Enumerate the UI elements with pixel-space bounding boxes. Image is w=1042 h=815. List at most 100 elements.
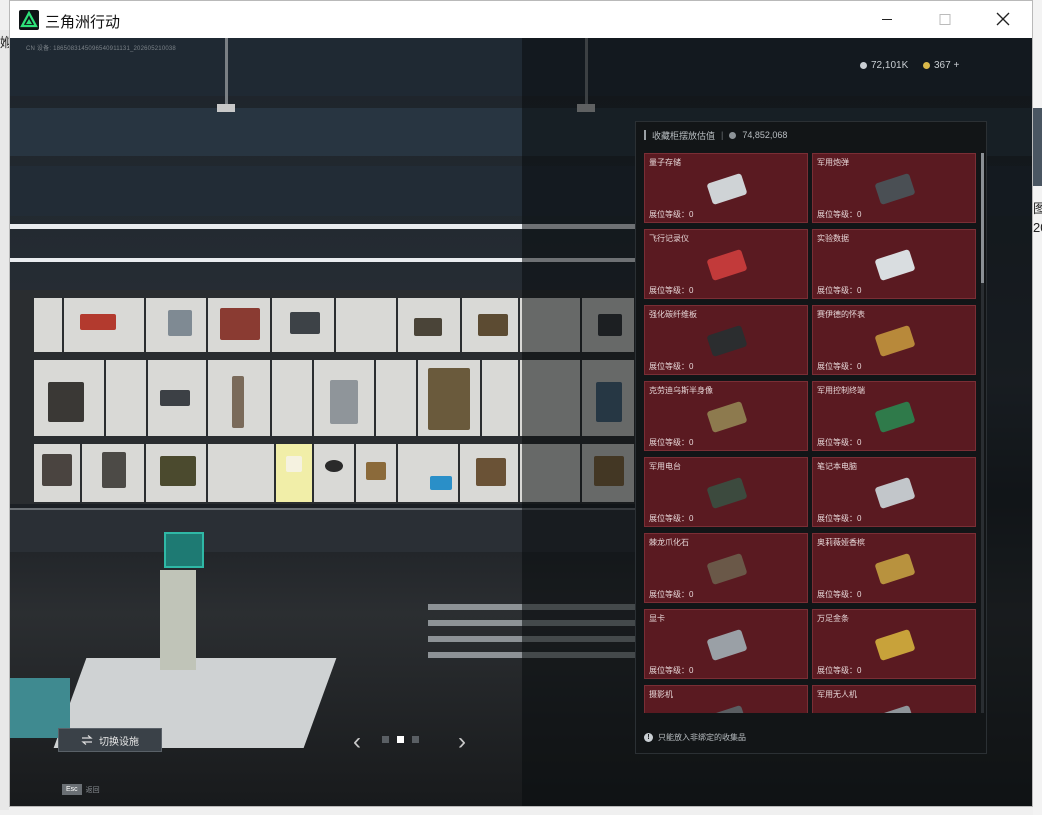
collectible-image xyxy=(695,548,759,588)
shelf-slot[interactable] xyxy=(314,444,354,502)
page-dot-active[interactable] xyxy=(397,736,404,743)
collectible-image xyxy=(695,168,759,208)
esc-key: Esc xyxy=(62,784,82,795)
card-name: 军用电台 xyxy=(649,462,681,471)
collectible-image xyxy=(863,168,927,208)
game-viewport[interactable]: CN 设备: 1865083145096540911131_2026052100… xyxy=(10,38,1032,806)
desktop: 娰 图 20 三角洲行动 xyxy=(0,0,1042,815)
esc-hint[interactable]: Esc 返回 xyxy=(62,784,100,795)
page-indicator xyxy=(382,736,419,743)
desktop-right-text-2: 20 xyxy=(1033,220,1042,235)
collection-card[interactable]: 万足金条 展位等级：0 xyxy=(812,609,976,679)
collection-card[interactable]: 棘龙爪化石 展位等级：0 xyxy=(644,533,808,603)
shelf-item xyxy=(286,456,302,472)
card-level: 展位等级：0 xyxy=(649,362,694,371)
collection-card[interactable]: 奥莉薇娅香槟 展位等级：0 xyxy=(812,533,976,603)
card-level: 展位等级：0 xyxy=(817,514,862,523)
collection-grid: 量子存储 展位等级：0 军用炮弹 展位等级：0 飞行记录仪 展位等级：0 实验数据 展位等级：… xyxy=(644,153,978,713)
collection-card[interactable]: 量子存储 展位等级：0 xyxy=(644,153,808,223)
card-name: 显卡 xyxy=(649,614,665,623)
collection-card[interactable]: 飞行记录仪 展位等级：0 xyxy=(644,229,808,299)
shelf-slot[interactable] xyxy=(376,360,416,436)
desktop-thumbnail[interactable] xyxy=(1033,108,1042,186)
shelf-slot[interactable] xyxy=(34,298,62,352)
card-name: 军用无人机 xyxy=(817,690,857,699)
shelf-slot[interactable] xyxy=(482,360,518,436)
collectible-image xyxy=(695,320,759,360)
panel-footer: ! 只能放入非绑定的收集品 xyxy=(644,732,746,743)
shelf-item xyxy=(430,476,452,490)
page-dot[interactable] xyxy=(382,736,389,743)
card-level: 展位等级：0 xyxy=(649,666,694,675)
card-name: 实验数据 xyxy=(817,234,849,243)
shelf-item xyxy=(476,458,506,486)
card-level: 展位等级：0 xyxy=(817,362,862,371)
shelf-item xyxy=(330,380,358,424)
shelf-slot[interactable] xyxy=(106,360,146,436)
card-name: 军用控制终端 xyxy=(817,386,865,395)
card-name: 克劳迪乌斯半身像 xyxy=(649,386,713,395)
shelf-slot-selected[interactable] xyxy=(276,444,312,502)
terminal-screen[interactable] xyxy=(164,532,204,568)
collection-card[interactable]: 赛伊德的怀表 展位等级：0 xyxy=(812,305,976,375)
currency-silver-value: 72,101K xyxy=(871,60,909,71)
desktop-left-edge xyxy=(0,30,9,810)
value-coin-icon xyxy=(729,131,737,139)
currency-gold[interactable]: 367 + xyxy=(923,60,959,71)
collection-card[interactable]: 克劳迪乌斯半身像 展位等级：0 xyxy=(644,381,808,451)
scrollbar-thumb[interactable] xyxy=(981,153,984,283)
card-name: 棘龙爪化石 xyxy=(649,538,689,547)
page-dot[interactable] xyxy=(412,736,419,743)
shelf-item xyxy=(160,456,196,486)
panel-value: 74,852,068 xyxy=(742,130,788,140)
shelf-item xyxy=(102,452,126,488)
collection-card[interactable]: 显卡展位等级：0 xyxy=(644,609,808,679)
minimize-button[interactable] xyxy=(858,1,916,38)
prev-page-arrow-icon[interactable]: ‹ xyxy=(353,728,361,756)
card-level: 展位等级：0 xyxy=(817,666,862,675)
build-id-text: CN 设备: 1865083145096540911131_2026052100… xyxy=(26,46,176,52)
close-button[interactable] xyxy=(974,1,1032,38)
collection-card[interactable]: 摄影机 xyxy=(644,685,808,713)
collection-card[interactable]: 笔记本电脑 展位等级：0 xyxy=(812,457,976,527)
shelf-slot[interactable] xyxy=(208,444,274,502)
switch-facility-label: 切换设施 xyxy=(99,736,139,748)
card-level: 展位等级：0 xyxy=(649,210,694,219)
currency-silver: 72,101K xyxy=(860,60,908,71)
shelf-item xyxy=(232,376,244,428)
ceiling-hanger xyxy=(225,38,228,104)
card-level: 展位等级：0 xyxy=(817,438,862,447)
collection-card[interactable]: 军用控制终端 展位等级：0 xyxy=(812,381,976,451)
header-accent-bar xyxy=(644,130,646,140)
card-name: 飞行记录仪 xyxy=(649,234,689,243)
next-page-arrow-icon[interactable]: › xyxy=(458,728,466,756)
card-level: 展位等级：0 xyxy=(649,438,694,447)
panel-header: 收藏柜摆放估值 | 74,852,068 xyxy=(644,128,787,142)
collectible-image xyxy=(695,700,759,713)
collection-card[interactable]: 实验数据 展位等级：0 xyxy=(812,229,976,299)
shelf-slot[interactable] xyxy=(398,444,458,502)
app-logo-icon xyxy=(19,10,39,30)
maximize-button[interactable] xyxy=(916,1,974,38)
shelf-item xyxy=(220,308,260,340)
panel-footer-text: 只能放入非绑定的收集品 xyxy=(658,733,746,742)
game-window: 三角洲行动 CN 设备: 1865083145096540911131_2026… xyxy=(9,0,1033,807)
shelf-item xyxy=(478,314,508,336)
collection-card[interactable]: 军用炮弹 展位等级：0 xyxy=(812,153,976,223)
switch-facility-button[interactable]: 切换设施 xyxy=(58,728,162,752)
shelf-item xyxy=(42,454,72,486)
collection-card[interactable]: 军用电台 展位等级：0 xyxy=(644,457,808,527)
collectible-image xyxy=(863,320,927,360)
shelf-slot[interactable] xyxy=(336,298,396,352)
swap-icon xyxy=(81,735,93,745)
shelf-item xyxy=(48,382,84,422)
collection-card[interactable]: 军用无人机 xyxy=(812,685,976,713)
collectible-image xyxy=(863,396,927,436)
collection-card[interactable]: 强化碳纤维板 展位等级：0 xyxy=(644,305,808,375)
currency-gold-value: 367 + xyxy=(934,60,960,71)
title-bar[interactable]: 三角洲行动 xyxy=(10,1,1032,38)
collectible-image xyxy=(695,624,759,664)
header-divider: | xyxy=(721,130,724,140)
shelf-item xyxy=(80,314,116,330)
shelf-slot[interactable] xyxy=(272,360,312,436)
